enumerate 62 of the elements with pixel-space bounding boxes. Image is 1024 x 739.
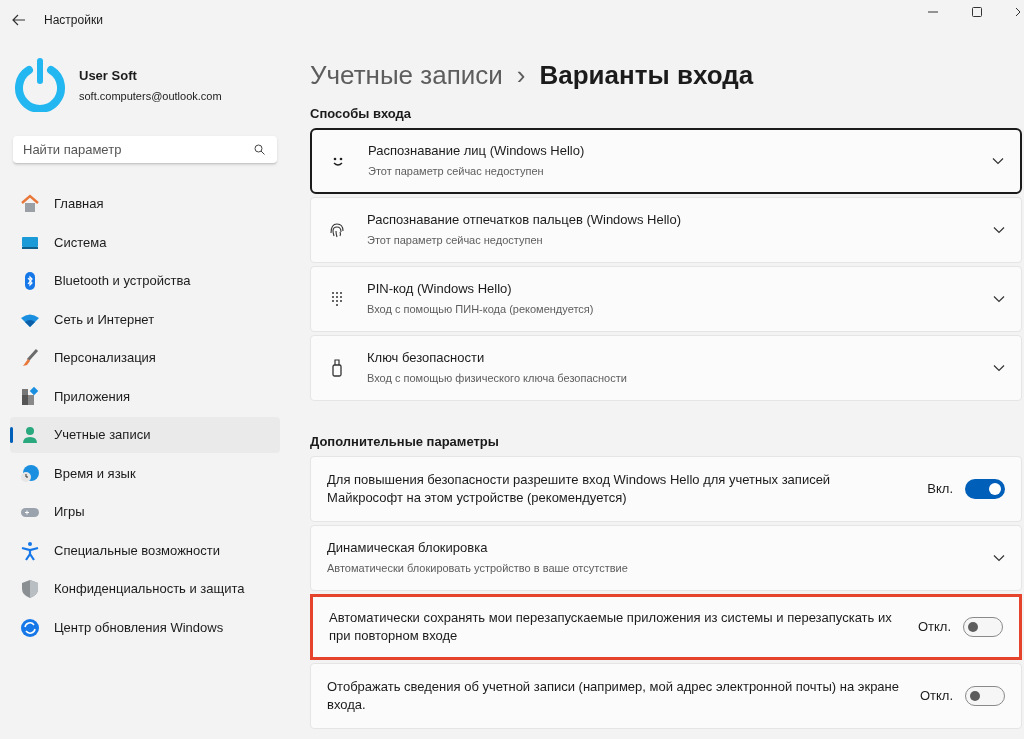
sidebar-item[interactable]: Специальные возможности — [10, 532, 280, 569]
sidebar-item[interactable]: Учетные записи — [10, 417, 280, 453]
fingerprint-icon — [327, 220, 347, 240]
toggle-state-label: Откл. — [919, 687, 953, 706]
setting-card[interactable]: PIN-код (Windows Hello) Вход с помощью ПИН-кода (рекомендуется) — [310, 266, 1022, 332]
setting-title: PIN-код (Windows Hello) — [367, 280, 513, 299]
setting-title: Автоматически сохранять мои перезапускаемые приложения из системы и перезапускать их при повторном входе — [329, 609, 893, 645]
setting-card[interactable]: Распознавание отпечатков пальцев (Windows Hello) Этот параметр сейчас недоступен — [310, 197, 1022, 263]
setting-card[interactable]: Динамическая блокировка Автоматически блокировать устройство в ваше отсутствие — [310, 525, 1022, 591]
sidebar-item[interactable]: Приложения — [10, 378, 280, 415]
toggle-switch[interactable] — [965, 686, 1005, 706]
sidebar-item[interactable]: Система — [10, 224, 280, 261]
chevron-down-icon[interactable] — [993, 295, 1005, 303]
setting-description: Вход с помощью ПИН-кода (рекомендуется) — [367, 302, 595, 318]
back-arrow-icon[interactable] — [12, 14, 26, 26]
section-heading: Дополнительные параметры — [310, 433, 500, 451]
setting-description: Автоматически блокировать устройство в ваше отсутствие — [327, 561, 629, 577]
globe-clock-icon — [20, 463, 40, 484]
search-icon[interactable] — [254, 144, 265, 155]
toggle-state-label: Откл. — [917, 618, 951, 637]
page-title: Варианты входа — [539, 58, 754, 92]
setting-title: Для повышения безопасности разрешите вход Windows Hello для учетных записей Майкрософт на этом устройстве (рекомендуется) — [327, 471, 832, 507]
setting-description: Этот параметр сейчас недоступен — [368, 164, 545, 180]
setting-title: Динамическая блокировка — [327, 539, 489, 558]
toggle-state-label: Вкл. — [927, 480, 953, 499]
sidebar-item[interactable]: Сеть и Интернет — [10, 301, 280, 338]
setting-description: Вход с помощью физического ключа безопасности — [367, 371, 628, 387]
shield-icon — [20, 579, 40, 599]
toggle-switch[interactable] — [963, 617, 1003, 637]
apps-icon — [20, 386, 40, 407]
breadcrumb-link[interactable]: Учетные записи — [310, 55, 503, 95]
search-field[interactable]: Найти параметр — [13, 136, 277, 164]
setting-title: Отображать сведения об учетной записи (например, мой адрес электронной почты) на экране входа. — [327, 678, 900, 714]
sidebar-item[interactable]: Конфиденциальность и защита — [10, 571, 280, 607]
setting-card[interactable]: Распознавание лиц (Windows Hello) Этот параметр сейчас недоступен — [310, 128, 1022, 194]
toggle-switch[interactable] — [965, 479, 1005, 499]
chevron-down-icon[interactable] — [993, 226, 1005, 234]
update-icon — [20, 617, 40, 638]
setting-card[interactable]: Ключ безопасности Вход с помощью физического ключа безопасности — [310, 335, 1022, 401]
setting-description: Этот параметр сейчас недоступен — [367, 233, 544, 249]
home-icon — [20, 194, 40, 214]
paintbrush-icon — [20, 348, 40, 368]
user-email: soft.computers@outlook.com — [79, 89, 222, 104]
setting-title: Ключ безопасности — [367, 349, 486, 368]
chevron-down-icon[interactable] — [993, 554, 1005, 562]
user-name: User Soft — [79, 66, 138, 85]
sidebar-item[interactable]: Время и язык — [10, 455, 280, 492]
window-title: Настройки — [44, 12, 103, 29]
setting-title: Распознавание лиц (Windows Hello) — [368, 142, 586, 161]
power-symbol-avatar-icon — [13, 58, 67, 112]
chevron-down-icon[interactable] — [993, 364, 1005, 372]
sidebar-item[interactable]: Персонализация — [10, 340, 280, 376]
sidebar-item[interactable]: Игры — [10, 494, 280, 530]
setting-title: Распознавание отпечатков пальцев (Windows Hello) — [367, 211, 683, 230]
sidebar-item[interactable]: Центр обновления Windows — [10, 609, 280, 646]
sidebar-item[interactable]: Bluetooth и устройства — [10, 263, 280, 299]
section-heading: Способы входа — [310, 105, 413, 123]
chevron-down-icon[interactable] — [992, 157, 1004, 165]
person-icon — [20, 425, 40, 445]
sidebar-item[interactable]: Главная — [10, 186, 280, 222]
breadcrumb-separator: › — [516, 58, 526, 92]
accessibility-icon — [20, 540, 40, 561]
